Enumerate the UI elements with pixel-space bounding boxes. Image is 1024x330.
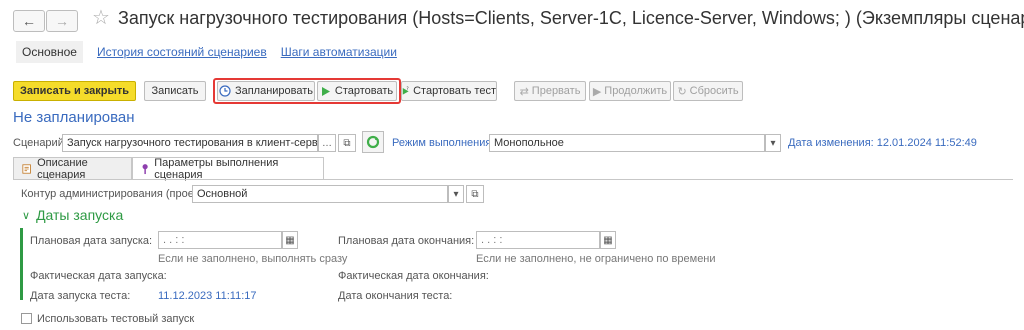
interrupt-button[interactable]: ⇄ Прервать [514, 81, 586, 101]
svg-text:?: ? [406, 86, 409, 92]
description-icon [22, 163, 31, 174]
window-title: Запуск нагрузочного тестирования (Hosts=… [118, 8, 1024, 28]
back-button[interactable]: ← [13, 10, 45, 32]
continue-button[interactable]: ▶ Продолжить [589, 81, 671, 101]
status-text: Не запланирован [13, 109, 135, 126]
reset-label: Сбросить [689, 85, 739, 97]
mode-field[interactable]: Монопольное [489, 134, 765, 152]
refresh-button[interactable] [362, 131, 384, 153]
scenario-label: Сценарий: [13, 137, 67, 149]
calendar-icon: ▦ [603, 234, 613, 246]
planned-end-hint: Если не заполнено, не ограничено по врем… [476, 253, 716, 265]
planned-start-field[interactable]: . . : : [158, 231, 282, 249]
section-bar [20, 228, 23, 300]
save-close-label: Записать и закрыть [19, 85, 130, 97]
contour-dropdown-button[interactable]: ▾ [448, 185, 464, 203]
section-dates-title: Даты запуска [36, 207, 124, 223]
tab-parameters[interactable]: Параметры выполнения сценария [132, 157, 324, 181]
refresh-icon [366, 135, 380, 149]
star-icon[interactable]: ☆ [92, 5, 110, 30]
open-icon: ⧉ [343, 137, 351, 149]
arrow-left-icon: ← [22, 13, 36, 29]
planned-start-calendar-button[interactable]: ▦ [282, 231, 298, 249]
scenario-field[interactable]: Запуск нагрузочного тестирования в клиен… [62, 134, 318, 152]
start-test-label: Стартовать тест [413, 85, 496, 97]
tab-parameters-label: Параметры выполнения сценария [154, 157, 279, 181]
scenario-open-button[interactable]: ⧉ [338, 134, 356, 152]
arrow-right-icon: → [55, 13, 69, 29]
planned-end-label: Плановая дата окончания: [338, 235, 475, 247]
scenario-select-button[interactable]: … [318, 134, 336, 152]
test-end-label: Дата окончания теста: [338, 290, 453, 302]
save-button[interactable]: Записать [144, 81, 206, 101]
contour-field[interactable]: Основной [192, 185, 448, 203]
use-test-checkbox[interactable] [21, 313, 32, 324]
save-close-button[interactable]: Записать и закрыть [13, 81, 136, 101]
chevron-down-icon: ∨ [22, 209, 31, 222]
planned-end-field[interactable]: . . : : [476, 231, 600, 249]
save-label: Записать [151, 85, 199, 97]
changed-date: Дата изменения: 12.01.2024 11:52:49 [788, 137, 977, 149]
tab-description[interactable]: Описание сценария [13, 156, 132, 181]
planned-end-calendar-button[interactable]: ▦ [600, 231, 616, 249]
key-icon [142, 164, 148, 175]
tab-steps[interactable]: Шаги автоматизации [281, 45, 397, 63]
contour-open-button[interactable]: ⧉ [466, 185, 484, 203]
top-tabs: Основное История состояний сценариев Шаг… [16, 41, 397, 63]
tab-description-label: Описание сценария [37, 156, 88, 181]
planned-start-label: Плановая дата запуска: [30, 235, 153, 247]
planned-start-hint: Если не заполнено, выполнять сразу [158, 253, 348, 265]
highlight-box [213, 78, 401, 104]
reset-icon: ↻ [677, 85, 687, 98]
continue-icon: ▶ [592, 85, 602, 98]
interrupt-label: Прервать [531, 85, 581, 97]
tab-main[interactable]: Основное [16, 41, 83, 63]
mode-dropdown-button[interactable]: ▾ [765, 134, 781, 152]
interrupt-icon: ⇄ [519, 85, 529, 98]
use-test-label: Использовать тестовый запуск [37, 313, 195, 325]
section-dates[interactable]: ∨ Даты запуска [22, 207, 123, 223]
contour-label: Контур администрирования (проект): [21, 188, 211, 200]
continue-label: Продолжить [604, 85, 668, 97]
actual-end-label: Фактическая дата окончания: [338, 270, 489, 282]
tab-history[interactable]: История состояний сценариев [97, 45, 267, 63]
actual-start-label: Фактическая дата запуска: [30, 270, 167, 282]
reset-button[interactable]: ↻ Сбросить [673, 81, 743, 101]
chevron-down-icon: ▾ [770, 137, 776, 149]
forward-button[interactable]: → [46, 10, 78, 32]
calendar-icon: ▦ [285, 234, 295, 246]
play-test-icon: ? [402, 86, 409, 95]
start-test-button[interactable]: ? Стартовать тест [401, 81, 497, 101]
mode-label: Режим выполнения: [392, 137, 495, 149]
test-start-label: Дата запуска теста: [30, 290, 131, 302]
test-start-value: 11.12.2023 11:11:17 [158, 290, 257, 302]
